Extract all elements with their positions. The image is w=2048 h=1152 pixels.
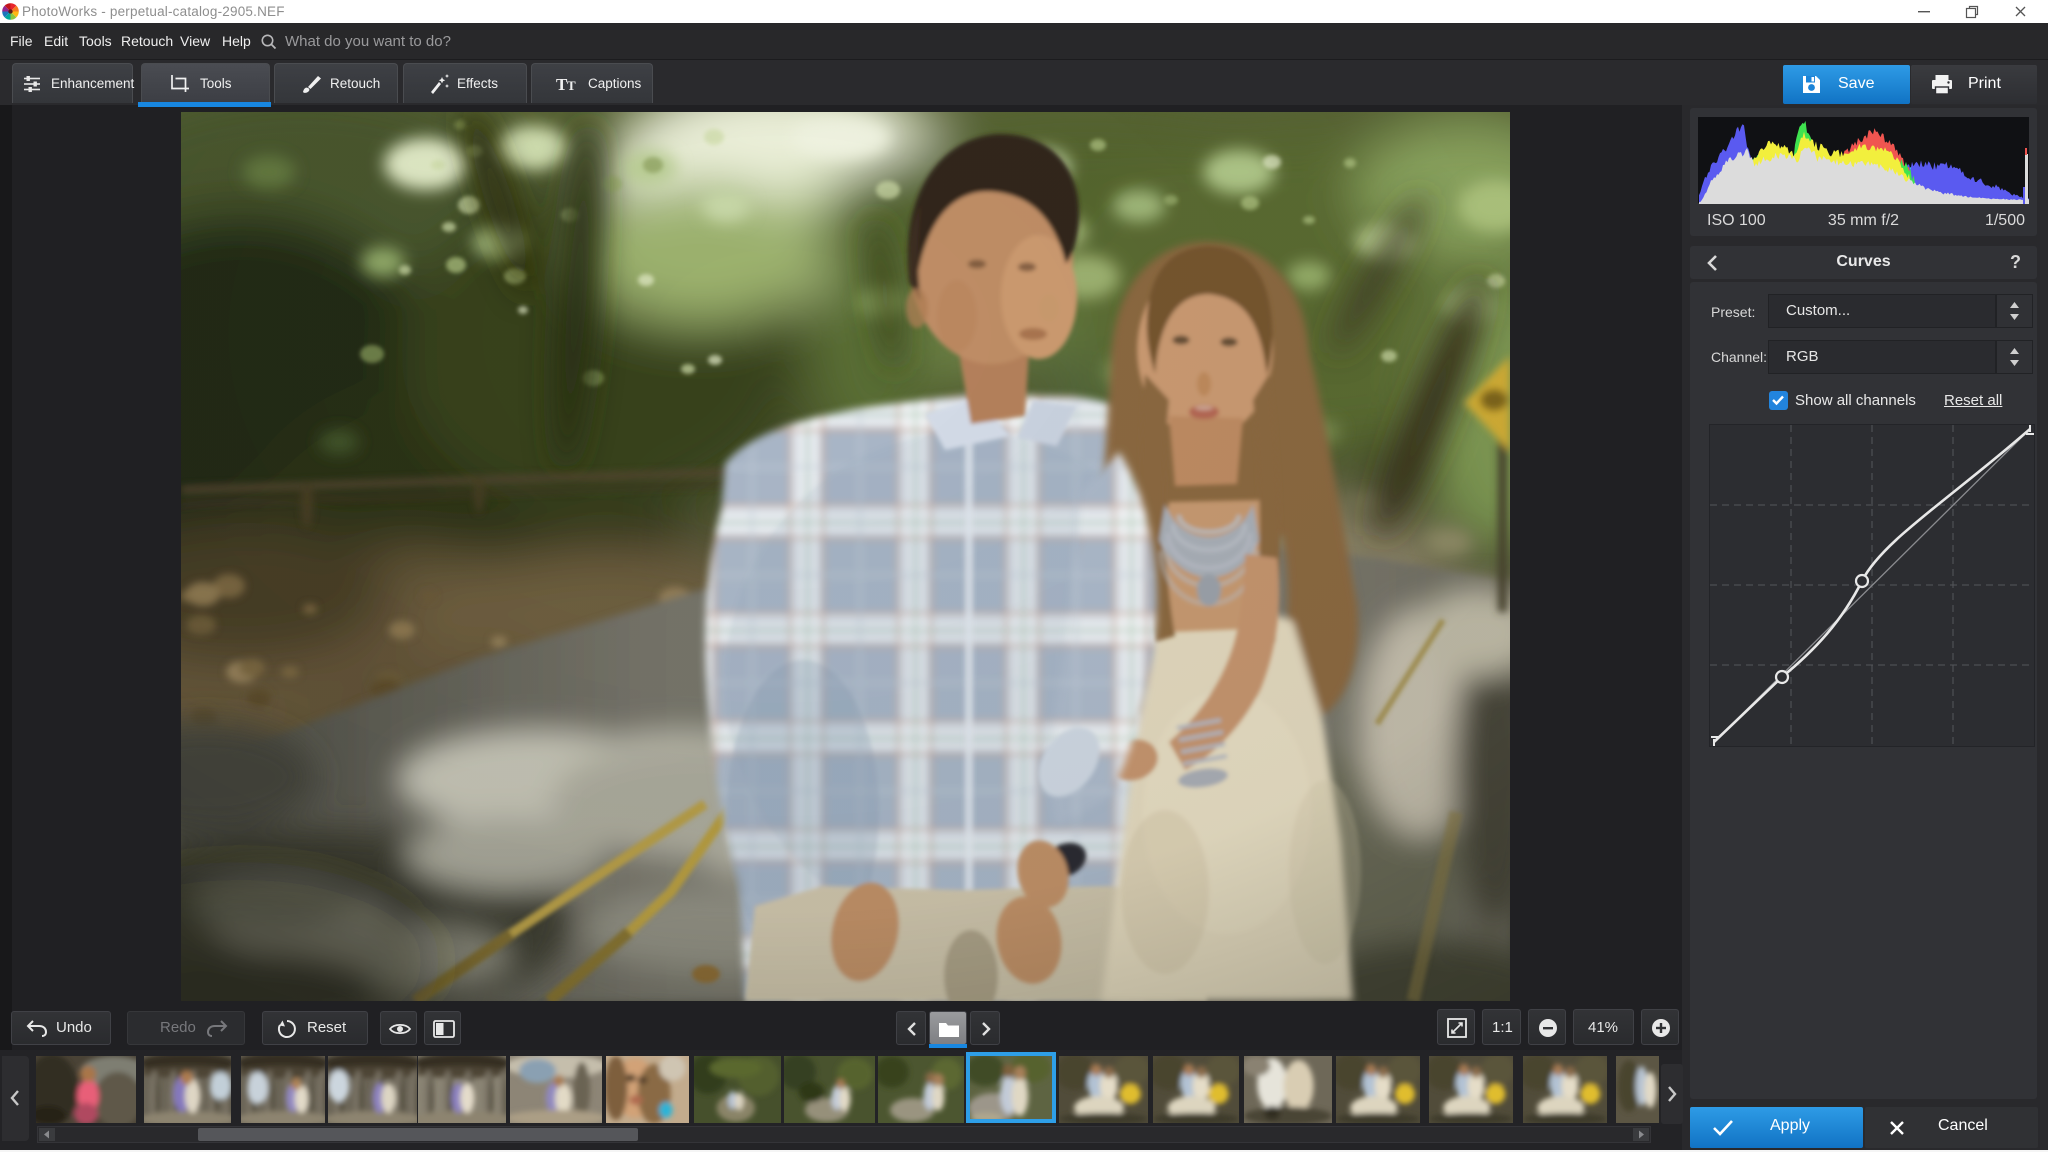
svg-text:T: T — [567, 78, 576, 93]
